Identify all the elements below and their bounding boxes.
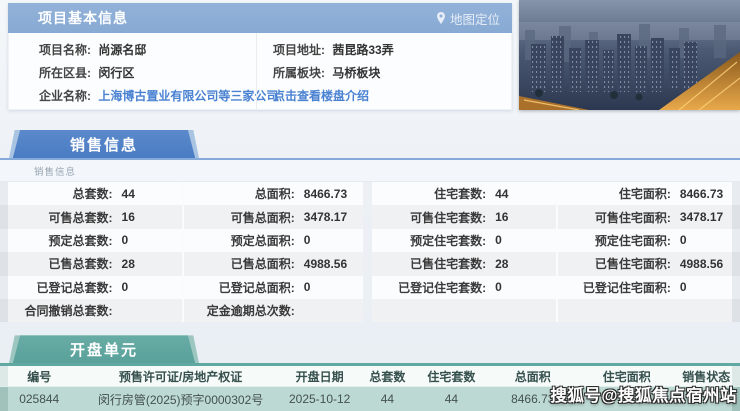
cell-label: 住宅面积: — [558, 185, 671, 202]
map-link-label: 地图定位 — [450, 9, 500, 28]
cell-value: 3478.17 — [680, 210, 723, 224]
opening-section-tab: 开盘单元 — [9, 335, 199, 363]
cell-value: 0 — [122, 233, 129, 247]
field-label: 所在区县: — [39, 66, 91, 80]
cell-label: 可售总面积: — [184, 209, 295, 226]
cell-value: 0 — [304, 280, 311, 294]
plate-field: 所属板块: 马桥板块 — [273, 62, 511, 85]
cell-value: 8466.73 — [304, 187, 347, 201]
cell-value: 0 — [680, 233, 687, 247]
sales-sub-label: 销售信息 — [34, 164, 76, 178]
field-value: 茜昆路33弄 — [332, 43, 393, 57]
cell-value: 3478.17 — [304, 210, 347, 224]
field-label: 项目名称: — [39, 43, 91, 57]
cell-value: 28 — [122, 257, 135, 271]
cell-value: 8466.73 — [680, 187, 723, 201]
page-title: 项目基本信息 — [38, 8, 128, 28]
cell-label: 总套数: — [0, 185, 113, 202]
sales-sub-label-bar: 销售信息 — [0, 160, 740, 182]
project-info-header: 项目基本信息 地图定位 — [8, 3, 512, 33]
cell-label: 已售总套数: — [0, 255, 113, 272]
column-header: 预售许可证/房地产权证 — [78, 368, 282, 385]
watermark: 搜狐号@搜狐焦点宿州站 — [550, 382, 737, 406]
address-field: 项目地址: 茜昆路33弄 — [273, 39, 511, 62]
company-field: 企业名称: 上海博古置业有限公司等三家公司 — [39, 85, 256, 108]
field-label: 项目地址: — [273, 43, 325, 57]
project-info-left-column: 项目名称: 尚源名邸 所在区县: 闵行区 企业名称: 上海博古置业有限公司等三家… — [9, 33, 256, 109]
row-cell-date: 2025-10-12 — [283, 392, 357, 406]
field-label: 所属板块: — [273, 66, 325, 80]
cell-label: 可售住宅套数: — [372, 209, 486, 226]
cell-label: 预定住宅面积: — [558, 232, 671, 249]
cell-label: 已售住宅面积: — [558, 255, 671, 272]
cell-value: 4988.56 — [304, 257, 347, 271]
cell-value: 44 — [495, 187, 508, 201]
sales-row: 已登记总套数: 0 已登记总面积: 0 已登记住宅套数: 0 已登记住宅面积: 0 — [0, 276, 740, 299]
field-value: 马桥板块 — [332, 66, 380, 80]
cell-label: 预定住宅套数: — [372, 232, 486, 249]
cell-value: 0 — [495, 233, 502, 247]
sales-row: 已售总套数: 28 已售总面积: 4988.56 已售住宅套数: 28 已售住宅面积:… — [0, 252, 740, 275]
project-info-panel: 项目基本信息 地图定位 项目名称: 尚源名邸 所在区县: 闵行区 企业名称 — [8, 3, 512, 110]
cell-value: 16 — [122, 210, 135, 224]
column-header: 总套数 — [357, 368, 418, 385]
row-cell-res-units: 44 — [418, 392, 485, 406]
cell-label: 预定总面积: — [184, 232, 295, 249]
cell-value: 0 — [304, 233, 311, 247]
row-cell-permit: 闵行房管(2025)预字0000302号 — [78, 391, 282, 408]
cell-label: 可售总套数: — [0, 209, 113, 226]
cell-value: 0 — [122, 280, 129, 294]
sales-row: 总套数: 44 总面积: 8466.73 住宅套数: 44 住宅面积: 8466.73 — [0, 182, 740, 205]
cell-value: 4988.56 — [680, 257, 723, 271]
opening-section-title: 开盘单元 — [9, 335, 199, 363]
district-field: 所在区县: 闵行区 — [39, 62, 256, 85]
cell-value: 16 — [495, 210, 508, 224]
sales-section-title: 销售信息 — [9, 130, 199, 158]
sales-grid: 总套数:44 总面积:8466.73 住宅套数:44 住宅面积:8466.73 … — [0, 182, 740, 322]
cell-label: 已登记总套数: — [0, 279, 113, 296]
column-header: 开盘日期 — [283, 368, 357, 385]
field-value: 闵行区 — [98, 66, 134, 80]
sales-row: 预定总套数: 0 预定总面积: 0 预定住宅套数: 0 预定住宅面积: 0 — [0, 229, 740, 252]
intro-field: 点击查看楼盘介绍 — [273, 85, 511, 108]
project-name-field: 项目名称: 尚源名邸 — [39, 39, 256, 62]
sales-row: 可售总套数: 16 可售总面积: 3478.17 可售住宅套数: 16 可售住宅面积:… — [0, 205, 740, 228]
column-header: 住宅套数 — [418, 368, 485, 385]
project-photo — [519, 0, 740, 110]
project-info-body: 项目名称: 尚源名邸 所在区县: 闵行区 企业名称: 上海博古置业有限公司等三家… — [8, 33, 512, 110]
row-cell-total-units: 44 — [357, 392, 418, 406]
cell-label: 合同撤销总套数: — [0, 302, 113, 319]
top-section: 项目基本信息 地图定位 项目名称: 尚源名邸 所在区县: 闵行区 企业名称 — [0, 0, 740, 117]
cell-label: 已登记住宅套数: — [372, 279, 486, 296]
cell-value: 0 — [680, 280, 687, 294]
company-name-link[interactable]: 上海博古置业有限公司等三家公司 — [98, 89, 278, 103]
field-label: 企业名称: — [39, 89, 91, 103]
cell-label: 已售总面积: — [184, 255, 295, 272]
view-intro-link[interactable]: 点击查看楼盘介绍 — [273, 89, 369, 103]
sales-row: 合同撤销总套数: 定金逾期总次数: — [0, 299, 740, 322]
map-pin-icon — [436, 12, 446, 24]
sales-section-tab: 销售信息 — [9, 130, 199, 158]
cell-value: 44 — [122, 187, 135, 201]
cell-label: 已登记住宅面积: — [558, 279, 671, 296]
cell-label: 已售住宅套数: — [372, 255, 486, 272]
cell-value: 28 — [495, 257, 508, 271]
field-value: 尚源名邸 — [98, 43, 146, 57]
cell-label: 住宅套数: — [372, 185, 486, 202]
cell-value: 0 — [495, 280, 502, 294]
cell-label: 预定总套数: — [0, 232, 113, 249]
cell-label: 已登记总面积: — [184, 279, 295, 296]
row-cell-number: 025844 — [0, 392, 78, 406]
map-location-link[interactable]: 地图定位 — [436, 9, 500, 28]
cell-label: 总面积: — [184, 185, 295, 202]
column-header: 编号 — [0, 368, 78, 385]
project-info-right-column: 项目地址: 茜昆路33弄 所属板块: 马桥板块 点击查看楼盘介绍 — [256, 33, 511, 109]
cell-label: 可售住宅面积: — [558, 209, 671, 226]
cell-label: 定金逾期总次数: — [184, 302, 295, 319]
